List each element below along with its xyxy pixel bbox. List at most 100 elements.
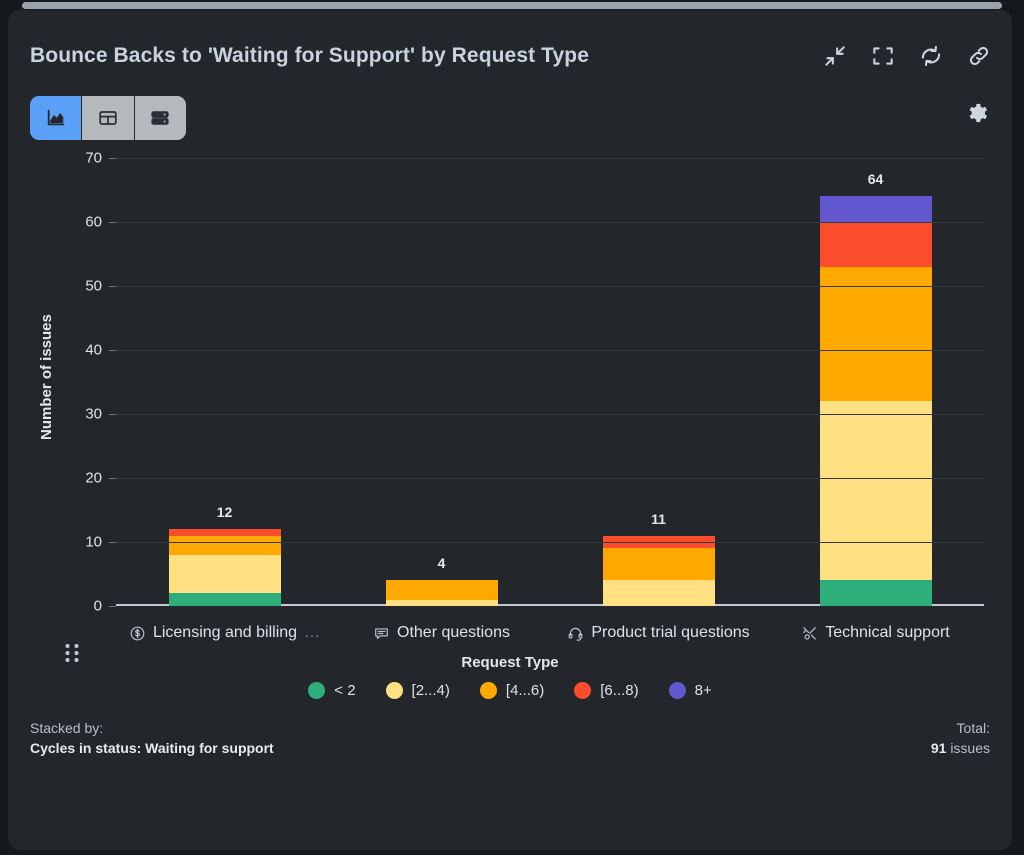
speech-bubble-icon [373, 625, 390, 642]
x-tick-text: Licensing and billing [153, 624, 297, 642]
bar-segment[interactable] [169, 555, 281, 593]
drag-handle[interactable] [62, 642, 82, 664]
header-actions [822, 43, 992, 69]
legend-label: < 2 [334, 682, 355, 699]
panel-header: Bounce Backs to 'Waiting for Support' by… [8, 10, 1012, 86]
legend-label: [6...8) [600, 682, 638, 699]
y-axis-tick: 50 [32, 278, 102, 295]
x-axis-tick-label[interactable]: Product trial questions [550, 624, 767, 642]
legend-item[interactable]: [4...6) [480, 682, 544, 699]
bar-segment[interactable] [820, 222, 932, 267]
bar-segment[interactable] [603, 548, 715, 580]
legend-swatch [480, 682, 497, 699]
bar-group[interactable]: 64 [820, 158, 932, 606]
bar-segment[interactable] [169, 529, 281, 535]
y-axis-tick-mark [109, 350, 116, 351]
list-rows-icon [149, 107, 171, 129]
bar-segment[interactable] [820, 196, 932, 222]
headset-icon [567, 625, 584, 642]
table-grid-icon [97, 107, 119, 129]
x-axis-tick-label[interactable]: Licensing and billing … [116, 624, 333, 642]
bar-total-label: 64 [820, 171, 932, 187]
y-axis-tick: 70 [32, 150, 102, 167]
bar-segment[interactable] [169, 536, 281, 555]
bar-segment[interactable] [820, 580, 932, 606]
bar-segment[interactable] [386, 580, 498, 599]
x-axis-tick-label[interactable]: Technical support [767, 624, 984, 642]
y-axis-tick: 30 [32, 406, 102, 423]
legend-label: [4...6) [506, 682, 544, 699]
gridline [116, 542, 984, 543]
gear-icon [966, 102, 990, 126]
x-tick-text: Technical support [825, 624, 950, 642]
bar-group[interactable]: 12 [169, 158, 281, 606]
y-axis-tick-mark [109, 286, 116, 287]
gridline [116, 478, 984, 479]
legend-item[interactable]: [6...8) [574, 682, 638, 699]
legend-item[interactable]: 8+ [669, 682, 712, 699]
area-chart-icon [45, 107, 67, 129]
y-axis-tick-mark [109, 478, 116, 479]
screen-root: Bounce Backs to 'Waiting for Support' by… [0, 0, 1024, 855]
chart-legend: < 2 [2...4) [4...6) [6...8) 8+ [8, 682, 1012, 699]
x-axis-tick-label[interactable]: Other questions [333, 624, 550, 642]
stacked-by-value: Cycles in status: Waiting for support [30, 738, 274, 759]
y-axis-tick-mark [109, 606, 116, 607]
y-axis-tick: 60 [32, 214, 102, 231]
y-axis-tick: 10 [32, 534, 102, 551]
x-axis-tick-labels: Licensing and billing … Other questions Pro… [116, 624, 984, 650]
gridline [116, 350, 984, 351]
x-tick-text: Product trial questions [591, 624, 749, 642]
bar-segment[interactable] [603, 580, 715, 606]
bar-group[interactable]: 4 [386, 158, 498, 606]
bar-segment[interactable] [386, 600, 498, 606]
chart-container: Number of issues Request Type 1241164 01… [8, 140, 1012, 700]
legend-item[interactable]: < 2 [308, 682, 355, 699]
view-toggle-group [30, 96, 186, 140]
page-title: Bounce Backs to 'Waiting for Support' by… [30, 44, 589, 68]
y-axis-tick: 20 [32, 470, 102, 487]
table-view-button[interactable] [82, 96, 134, 140]
legend-swatch [308, 682, 325, 699]
wrench-icon [801, 625, 818, 642]
collapse-icon[interactable] [822, 43, 848, 69]
bar-total-label: 12 [169, 504, 281, 520]
refresh-icon[interactable] [918, 43, 944, 69]
link-icon[interactable] [966, 43, 992, 69]
gridline [116, 414, 984, 415]
dollar-circle-icon [129, 625, 146, 642]
settings-button[interactable] [966, 102, 990, 126]
x-tick-text: Other questions [397, 624, 510, 642]
bar-segment[interactable] [169, 593, 281, 606]
legend-swatch [669, 682, 686, 699]
bar-total-label: 11 [603, 511, 715, 527]
panel-footer: Stacked by: Cycles in status: Waiting fo… [8, 718, 1012, 778]
total-value-line: 91 issues [931, 738, 990, 759]
plot-area: 1241164 010203040506070 [116, 158, 984, 606]
bar-total-label: 4 [386, 555, 498, 571]
chart-view-button[interactable] [30, 96, 82, 140]
y-axis-tick-mark [109, 414, 116, 415]
y-axis-tick: 40 [32, 342, 102, 359]
horizontal-scrollbar[interactable] [22, 2, 1002, 9]
gridline [116, 158, 984, 159]
legend-label: 8+ [695, 682, 712, 699]
stacked-by-label: Stacked by: [30, 718, 274, 738]
bar-series-layer: 12 4 11 64 [116, 158, 984, 606]
y-axis-tick-mark [109, 542, 116, 543]
widget-panel: Bounce Backs to 'Waiting for Support' by… [8, 10, 1012, 850]
y-axis-tick: 0 [32, 598, 102, 615]
stacked-by-block: Stacked by: Cycles in status: Waiting fo… [30, 718, 274, 759]
total-label: Total: [931, 718, 990, 738]
bar-group[interactable]: 11 [603, 158, 715, 606]
gridline [116, 286, 984, 287]
total-value: 91 [931, 740, 947, 756]
legend-swatch [386, 682, 403, 699]
legend-swatch [574, 682, 591, 699]
list-view-button[interactable] [135, 96, 186, 140]
truncation-ellipsis: … [304, 624, 320, 642]
bar-segment[interactable] [820, 401, 932, 580]
fullscreen-icon[interactable] [870, 43, 896, 69]
legend-item[interactable]: [2...4) [386, 682, 450, 699]
total-block: Total: 91 issues [931, 718, 990, 759]
